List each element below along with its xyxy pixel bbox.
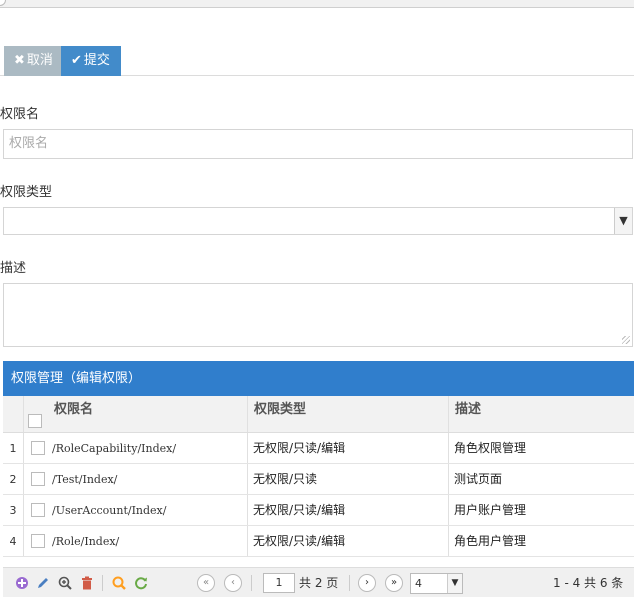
column-header-name[interactable]: 权限名	[48, 396, 248, 432]
cancel-button-label: 取消	[26, 53, 53, 68]
refresh-icon[interactable]	[134, 576, 148, 590]
first-page-icon[interactable]: «	[197, 574, 215, 592]
select-all-checkbox[interactable]	[28, 414, 42, 428]
cell-description: 用户账户管理	[454, 503, 527, 517]
cell-permission-name: /RoleCapability/Index/	[48, 433, 248, 463]
cell-description: 角色用户管理	[454, 534, 527, 548]
resize-grip-icon[interactable]	[622, 336, 630, 344]
row-checkbox-cell	[24, 433, 48, 463]
grid-header-row: 权限名 权限类型 描述	[3, 396, 634, 433]
close-icon: ✖	[14, 53, 25, 68]
table-row[interactable]: 2 /Test/Index/ 无权限/只读 测试页面	[3, 464, 634, 495]
row-checkbox[interactable]	[31, 441, 45, 455]
row-number: 4	[3, 526, 24, 556]
cancel-button[interactable]: ✖ 取消	[4, 46, 61, 76]
grid-pager: « ‹ 1 共 2 页 › » 4 ▼ 1 - 4 共 6 条	[3, 567, 634, 597]
pager-divider	[102, 575, 103, 591]
row-number: 2	[3, 464, 24, 494]
header-row-number-cell	[3, 396, 24, 432]
row-checkbox-cell	[24, 526, 48, 556]
pager-divider	[251, 575, 252, 591]
row-checkbox[interactable]	[31, 503, 45, 517]
row-checkbox-cell	[24, 495, 48, 525]
chevron-down-icon[interactable]: ▼	[614, 208, 632, 234]
last-page-icon[interactable]: »	[385, 574, 403, 592]
prev-page-icon[interactable]: ‹	[224, 574, 242, 592]
trash-icon[interactable]	[80, 576, 94, 590]
grid-title: 权限管理（编辑权限）	[3, 361, 634, 396]
cell-permission-type: 无权限/只读	[248, 464, 449, 494]
cell-permission-name: /Role/Index/	[48, 526, 248, 556]
cell-description: 角色权限管理	[454, 441, 527, 455]
row-checkbox-cell	[24, 464, 48, 494]
pencil-icon[interactable]	[36, 576, 50, 590]
row-number: 1	[3, 433, 24, 463]
row-checkbox[interactable]	[31, 534, 45, 548]
zoom-in-icon[interactable]	[58, 576, 72, 590]
total-pages-text: 共 2 页	[299, 576, 339, 590]
plus-circle-icon[interactable]	[15, 576, 29, 590]
cell-permission-type: 无权限/只读/编辑	[248, 526, 449, 556]
column-header-type[interactable]: 权限类型	[248, 396, 449, 432]
page-size-select[interactable]: 4 ▼	[410, 573, 463, 594]
permission-name-label: 权限名	[0, 107, 40, 122]
permission-grid: 权限管理（编辑权限） 权限名 权限类型 描述 1 /RoleCapability…	[3, 361, 634, 557]
cell-permission-name: /Test/Index/	[48, 464, 248, 494]
cell-description: 测试页面	[454, 472, 503, 486]
records-summary: 1 - 4 共 6 条	[553, 576, 624, 590]
form-toolbar: ✖ 取消 ✔ 提交	[0, 46, 634, 76]
chevron-down-icon: ▼	[447, 574, 462, 593]
permission-type-select[interactable]: ▼	[3, 207, 633, 235]
cell-permission-name: /UserAccount/Index/	[48, 495, 248, 525]
window-corner-icon	[0, 0, 6, 6]
header-checkbox-cell	[24, 396, 48, 432]
cell-permission-type: 无权限/只读/编辑	[248, 433, 449, 463]
table-row[interactable]: 3 /UserAccount/Index/ 无权限/只读/编辑 用户账户管理	[3, 495, 634, 526]
row-number: 3	[3, 495, 24, 525]
page-number-input[interactable]: 1	[263, 573, 295, 593]
description-textarea[interactable]	[3, 283, 633, 347]
next-page-icon[interactable]: ›	[358, 574, 376, 592]
column-header-description[interactable]: 描述	[449, 396, 634, 432]
submit-button[interactable]: ✔ 提交	[61, 46, 121, 76]
page-size-value: 4	[415, 577, 422, 590]
permission-type-label: 权限类型	[0, 185, 53, 200]
cell-permission-type: 无权限/只读/编辑	[248, 495, 449, 525]
description-label: 描述	[0, 261, 27, 276]
submit-button-label: 提交	[83, 53, 110, 68]
window-top-bar	[0, 0, 634, 8]
permission-name-input[interactable]: 权限名	[3, 129, 633, 159]
table-row[interactable]: 4 /Role/Index/ 无权限/只读/编辑 角色用户管理	[3, 526, 634, 557]
check-icon: ✔	[71, 53, 82, 68]
table-row[interactable]: 1 /RoleCapability/Index/ 无权限/只读/编辑 角色权限管…	[3, 433, 634, 464]
row-checkbox[interactable]	[31, 472, 45, 486]
pager-divider	[349, 575, 350, 591]
search-icon[interactable]	[112, 576, 126, 590]
